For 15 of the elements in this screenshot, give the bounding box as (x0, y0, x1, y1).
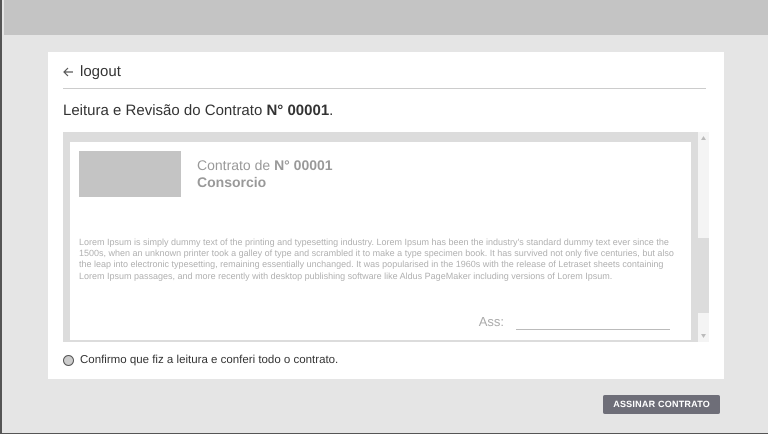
signature-line[interactable] (516, 328, 670, 330)
confirm-label: Confirmo que fiz a leitura e conferi todo o contrato. (80, 352, 338, 368)
sign-contract-button[interactable]: ASSINAR CONTRATO (603, 395, 720, 414)
back-arrow-icon (63, 67, 74, 77)
back-link[interactable]: logout (63, 62, 709, 82)
contract-subtitle: Consorcio (197, 174, 268, 190)
signature-label: Ass: (478, 313, 504, 331)
scrollbar-thumb[interactable] (698, 238, 709, 312)
contract-body-text: Lorem Ipsum is simply dummy text of the printing and typesetting industry. Lorem Ipsum has been the industry's standard dummy text ever since the 1500s, when an unknown printer took a galley of type and scrambled it to make a type specimen book. It has survived not only five centuries, but also the leap into electronic typesetting, remaining essentially unchanged. It was popularised in the 1960s with the release of Letraset sheets containing Lorem Ipsum passages, and more recently with desktop publishing software like Aldus PageMaker including versions of Lorem Ipsum. (79, 236, 675, 282)
confirm-radio[interactable] (63, 354, 74, 366)
scroll-up-icon[interactable] (701, 136, 706, 140)
contract-title: Contrato de N° 00001 (197, 156, 333, 174)
scroll-down-icon[interactable] (701, 334, 706, 338)
page-heading: Leitura e Revisão do Contrato N° 00001. (63, 101, 334, 121)
scrollbar[interactable] (698, 132, 709, 342)
